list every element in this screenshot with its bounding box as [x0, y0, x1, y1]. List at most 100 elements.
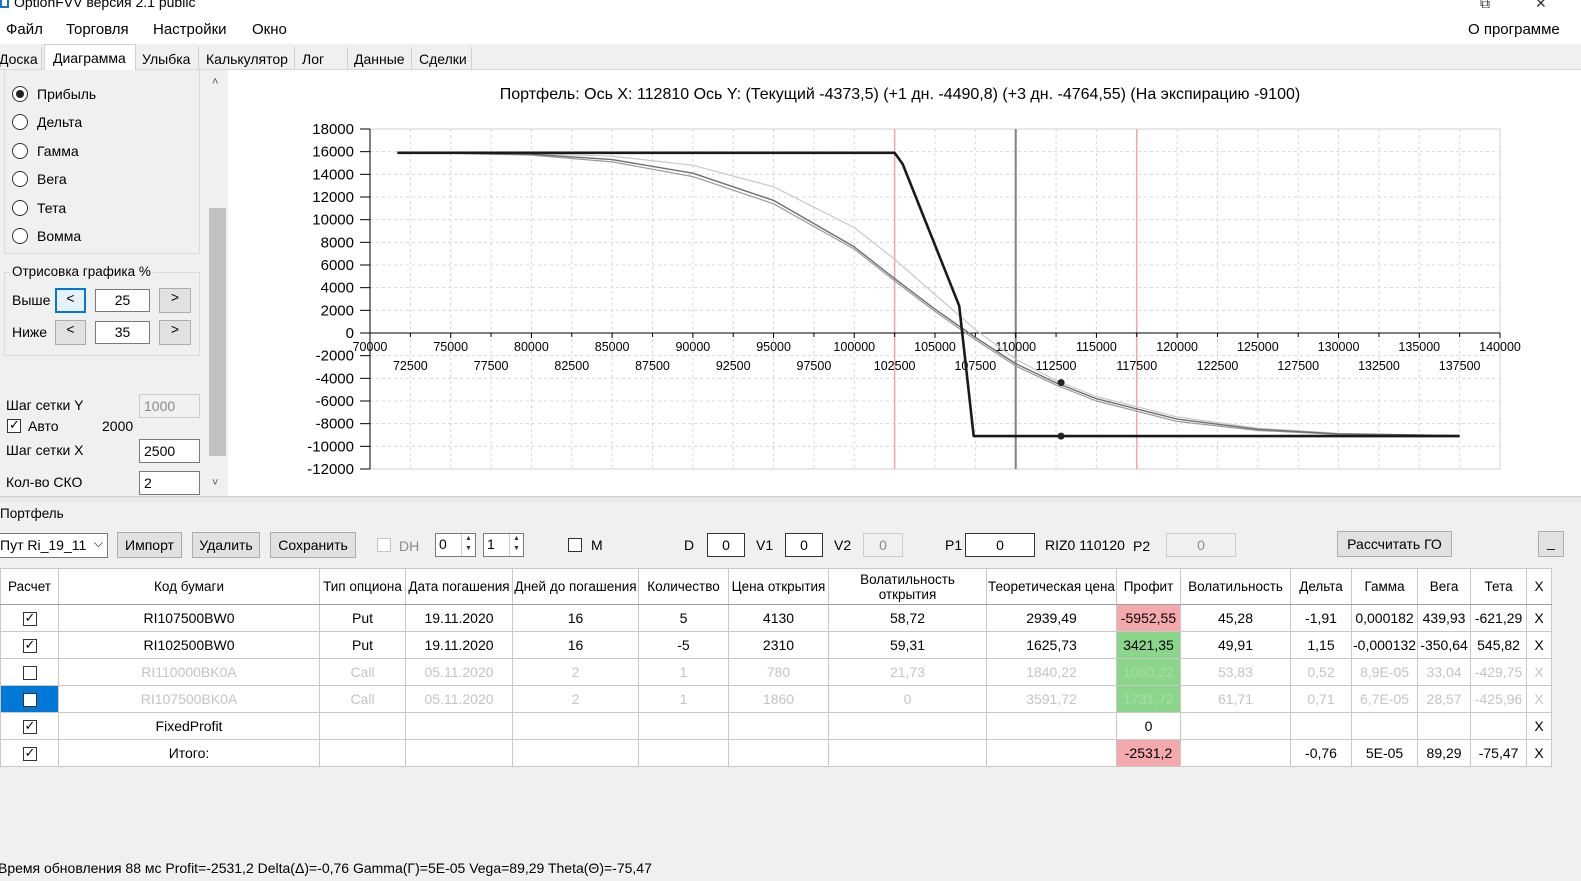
column-header[interactable]: Тип опциона — [319, 568, 406, 605]
scroll-up-arrow-icon[interactable]: ˄ — [212, 76, 218, 88]
below-input[interactable]: 35 — [95, 321, 150, 344]
column-header[interactable]: Дата погашения — [405, 568, 513, 605]
table-row[interactable]: RI102500BW0Put19.11.202016-5231059,31162… — [0, 631, 1553, 659]
menu-settings[interactable]: Настройки — [153, 21, 227, 38]
above-increase-button[interactable]: > — [159, 288, 191, 313]
column-header[interactable]: Теоретическая цена — [986, 568, 1117, 605]
below-decrease-button[interactable]: < — [55, 320, 86, 345]
column-header[interactable]: Цена открытия — [728, 568, 829, 605]
menu-file[interactable]: Файл — [6, 21, 43, 38]
table-cell: 45,28 — [1180, 604, 1291, 632]
restore-button[interactable]: ⧉ — [1480, 0, 1490, 12]
column-header[interactable]: Волатильность открытия — [828, 568, 987, 605]
tab-log[interactable]: Лог — [295, 47, 348, 70]
calc-checkbox[interactable] — [22, 637, 37, 654]
x-tick-label: 130000 — [1318, 340, 1360, 354]
delete-row-button[interactable]: X — [1526, 658, 1553, 686]
y-tick-label: 18000 — [312, 121, 354, 138]
radio-button[interactable] — [12, 171, 28, 187]
scroll-down-arrow-icon[interactable]: ˅ — [212, 477, 218, 489]
dh-label: DH — [399, 538, 420, 554]
delete-row-button[interactable]: X — [1526, 631, 1553, 659]
p2-input[interactable]: 0 — [1166, 533, 1236, 557]
table-row[interactable]: Итого: -2531,2 -0,765E-0589,29-75,47X — [0, 739, 1553, 767]
portfolio-combo[interactable]: Пут Ri_19_11 ⌵ — [0, 533, 108, 558]
column-header[interactable]: Профит — [1116, 568, 1181, 605]
grid-step-x-input[interactable]: 2500 — [139, 439, 200, 463]
calc-checkbox-cell[interactable] — [0, 739, 59, 767]
save-button[interactable]: Сохранить — [270, 532, 356, 558]
spinner-arrows-icon[interactable]: ▲ ▼ — [509, 534, 523, 556]
calc-checkbox[interactable] — [22, 666, 37, 681]
column-header[interactable]: Волатильность — [1180, 568, 1291, 605]
above-input[interactable]: 25 — [95, 289, 150, 312]
column-header[interactable]: Гамма — [1350, 568, 1419, 605]
column-header[interactable]: Количество — [638, 568, 729, 605]
column-header[interactable]: X — [1526, 568, 1553, 605]
table-row[interactable]: RI107500BW0Put19.11.2020165413058,722939… — [0, 604, 1553, 632]
sko-count-input[interactable]: 2 — [139, 471, 200, 495]
column-header[interactable]: Вега — [1417, 568, 1472, 605]
tab-data[interactable]: Данные — [348, 47, 412, 70]
grid-step-y-input[interactable]: 1000 — [139, 394, 200, 418]
dh-spinner-2[interactable]: 1 ▲ ▼ — [483, 533, 524, 557]
dh-spinner-1[interactable]: 0 ▲ ▼ — [435, 533, 476, 557]
calc-checkbox[interactable] — [22, 693, 37, 708]
calc-checkbox-cell[interactable] — [0, 631, 59, 659]
calc-checkbox-cell[interactable] — [0, 604, 59, 632]
column-header[interactable]: Расчет — [0, 568, 59, 605]
calc-checkbox-cell[interactable] — [0, 712, 59, 740]
calc-checkbox-cell[interactable] — [0, 658, 59, 686]
delete-row-button[interactable]: X — [1526, 739, 1553, 767]
dh-checkbox[interactable] — [377, 538, 391, 552]
delete-row-button[interactable]: X — [1526, 712, 1553, 740]
calc-checkbox[interactable] — [22, 718, 37, 735]
import-button[interactable]: Импорт — [117, 532, 182, 558]
radio-button[interactable] — [12, 200, 28, 216]
radio-button[interactable] — [12, 114, 28, 130]
app-icon — [0, 0, 9, 8]
left-panel-scrollbar[interactable]: ˄ ˅ — [207, 70, 228, 496]
table-row[interactable]: RI107500BK0A Call 05.11.2020 2 1 1860 0 3591,72… — [0, 685, 1553, 713]
delete-row-button[interactable]: X — [1526, 685, 1553, 713]
calc-checkbox-cell[interactable] — [0, 685, 59, 713]
menu-about[interactable]: О программе — [1468, 21, 1560, 38]
radio-button[interactable] — [12, 86, 28, 102]
column-header[interactable]: Код бумаги — [58, 568, 320, 605]
scroll-thumb[interactable] — [209, 208, 226, 456]
table-cell: Put — [319, 631, 406, 659]
table-row[interactable]: RI110000BK0A Call 05.11.2020 2 1 780 21,73 1840… — [0, 658, 1553, 686]
menu-trading[interactable]: Торговля — [66, 21, 129, 38]
spinner-arrows-icon[interactable]: ▲ ▼ — [461, 534, 475, 556]
above-decrease-button[interactable]: < — [55, 288, 86, 313]
tab-smile[interactable]: Улыбка — [136, 47, 199, 70]
minimize-panel-button[interactable]: _ — [1538, 531, 1564, 557]
tab-diagram[interactable]: Диаграмма — [44, 44, 136, 71]
payoff-chart[interactable]: 18000 16000 14000 12000 10000 8000 6000 4000 200… — [230, 70, 1581, 496]
riz-label: RIZ0 110120 — [1045, 537, 1125, 553]
menu-window[interactable]: Окно — [252, 21, 287, 38]
column-header[interactable]: Дельта — [1290, 568, 1352, 605]
table-row[interactable]: FixedProfit 0 X — [0, 712, 1553, 740]
v2-input[interactable]: 0 — [863, 533, 903, 557]
calculate-go-button[interactable]: Рассчитать ГО — [1337, 531, 1452, 557]
p1-input[interactable]: 0 — [965, 533, 1035, 557]
radio-button[interactable] — [12, 143, 28, 159]
tab-board[interactable]: Доска — [0, 47, 42, 70]
d-input[interactable]: 0 — [707, 533, 745, 557]
calc-checkbox[interactable] — [22, 610, 37, 627]
auto-checkbox[interactable] — [7, 417, 21, 433]
below-increase-button[interactable]: > — [159, 320, 191, 345]
tab-calculator[interactable]: Калькулятор — [199, 47, 295, 70]
radio-button[interactable] — [12, 228, 28, 244]
delete-row-button[interactable]: X — [1526, 604, 1553, 632]
column-header[interactable]: Дней до погашения — [512, 568, 639, 605]
tab-deals[interactable]: Сделки — [412, 47, 472, 70]
calc-checkbox[interactable] — [22, 745, 37, 762]
delete-button[interactable]: Удалить — [192, 532, 260, 558]
v1-input[interactable]: 0 — [785, 533, 823, 557]
column-header[interactable]: Тета — [1470, 568, 1528, 605]
m-checkbox[interactable] — [568, 538, 582, 552]
below-label: Ниже — [12, 324, 48, 340]
close-button[interactable]: ✕ — [1535, 0, 1547, 12]
